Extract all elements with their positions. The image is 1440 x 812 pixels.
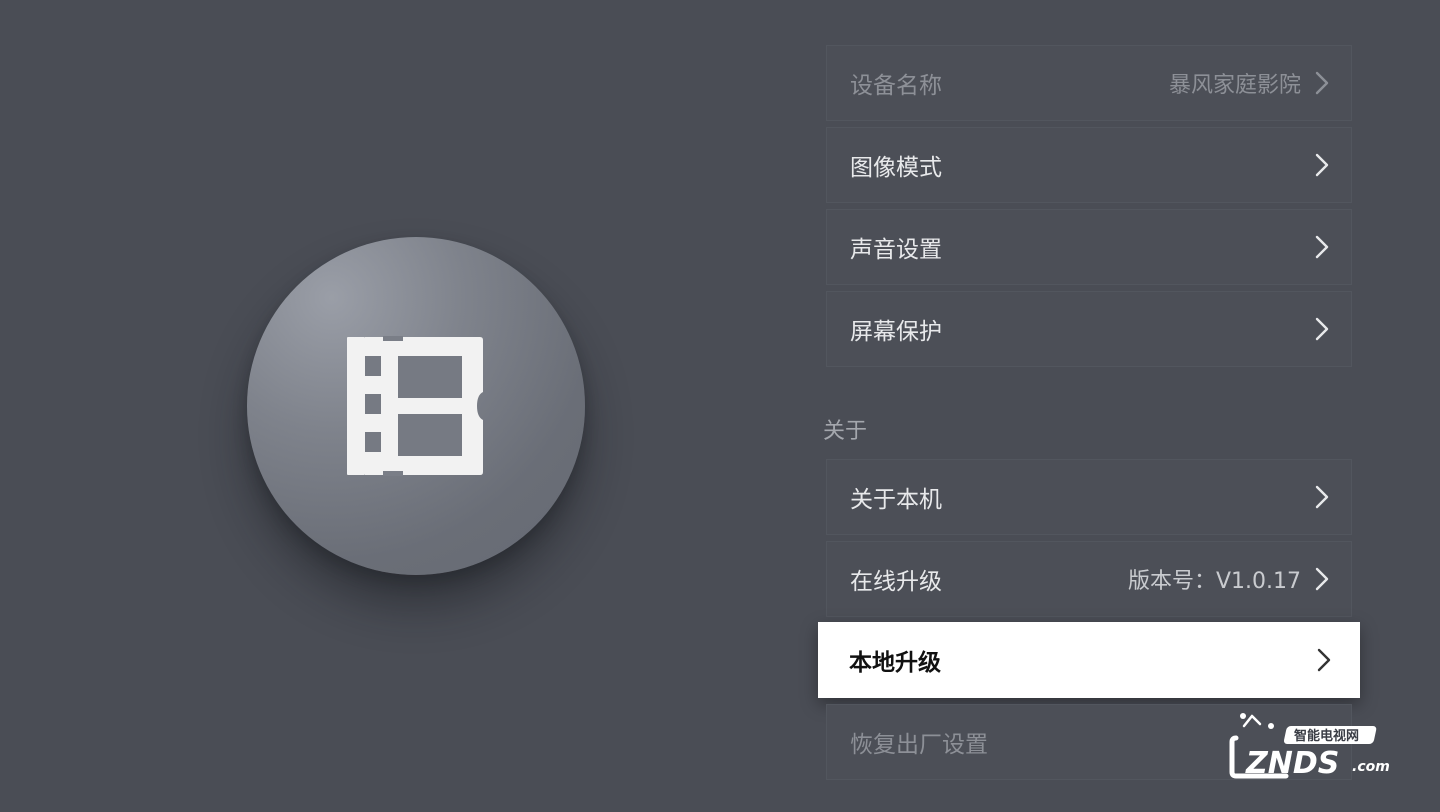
menu-item-local-upgrade[interactable]: 本地升级 [818,622,1360,698]
menu-item-label: 声音设置 [850,237,942,263]
film-strip-icon [347,336,483,476]
chevron-right-icon [1315,485,1329,509]
watermark-brand: ZNDS [1245,746,1339,781]
menu-item-label: 在线升级 [850,569,942,595]
watermark-top-text: 智能电视网 [1294,728,1359,744]
chevron-right-icon [1315,235,1329,259]
version-value: 版本号：V1.0.17 [1127,569,1301,594]
menu-item-label: 图像模式 [850,155,942,181]
chevron-right-icon [1315,71,1329,95]
znds-watermark-logo: 智能电视网 ZNDS .com [1229,713,1390,781]
chevron-right-icon [1315,567,1329,591]
app-logo [247,237,585,575]
chevron-right-icon [1315,317,1329,341]
settings-screen: 设备名称 暴风家庭影院 图像模式 声音设置 屏幕保护 关于 关于本机 在线升级 … [0,0,1440,812]
menu-item-label: 关于本机 [850,487,942,513]
chevron-right-icon [1317,648,1331,672]
menu-item-label: 屏幕保护 [850,319,942,345]
menu-item-about-device[interactable]: 关于本机 [826,459,1352,535]
chevron-right-icon [1315,153,1329,177]
menu-item-picture-mode[interactable]: 图像模式 [826,127,1352,203]
menu-item-device-name[interactable]: 设备名称 暴风家庭影院 [826,45,1352,121]
menu-item-screensaver[interactable]: 屏幕保护 [826,291,1352,367]
watermark-suffix: .com [1352,759,1390,775]
menu-item-label: 本地升级 [849,650,941,676]
menu-item-value: 暴风家庭影院 [1168,73,1301,98]
menu-item-sound-settings[interactable]: 声音设置 [826,209,1352,285]
menu-item-label: 设备名称 [850,73,942,99]
menu-item-online-upgrade[interactable]: 在线升级 版本号：V1.0.17 [826,541,1352,617]
section-heading-about: 关于 [823,419,868,444]
